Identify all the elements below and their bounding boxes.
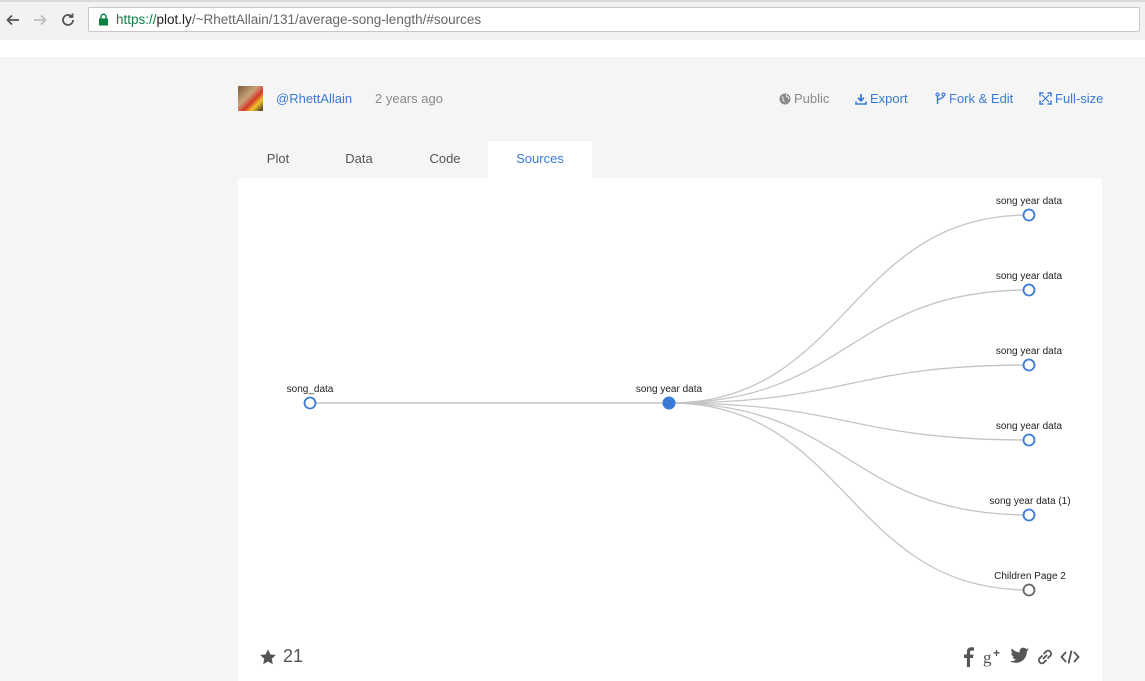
download-icon bbox=[855, 93, 867, 105]
timestamp: 2 years ago bbox=[375, 91, 443, 106]
address-bar[interactable]: https://plot.ly/~RhettAllain/131/average… bbox=[88, 7, 1140, 32]
tab-sources[interactable]: Sources bbox=[488, 141, 592, 178]
twitter-share-button[interactable] bbox=[1010, 647, 1030, 670]
svg-text:+: + bbox=[993, 647, 1000, 660]
full-size-label: Full-size bbox=[1055, 91, 1104, 106]
url-scheme: https:// bbox=[116, 12, 157, 27]
reload-button[interactable] bbox=[57, 9, 79, 31]
fork-edit-label: Fork & Edit bbox=[949, 91, 1014, 106]
node-circle[interactable] bbox=[1022, 583, 1036, 597]
node-circle[interactable] bbox=[1022, 358, 1036, 372]
node-label: song year data (1) bbox=[989, 496, 1070, 507]
url-path: /~RhettAllain/131/average-song-length/#s… bbox=[191, 12, 482, 27]
full-size-button[interactable]: Full-size bbox=[1039, 91, 1103, 106]
reload-icon bbox=[62, 13, 74, 26]
back-button[interactable] bbox=[2, 9, 24, 31]
tab-plot[interactable]: Plot bbox=[238, 141, 318, 178]
public-label: Public bbox=[794, 91, 830, 106]
avatar[interactable] bbox=[238, 86, 263, 111]
tree-link bbox=[668, 402, 1030, 591]
tree-node-child[interactable]: song year data bbox=[996, 196, 1063, 222]
embed-icon bbox=[1060, 650, 1080, 664]
expand-icon bbox=[1039, 92, 1052, 105]
fork-edit-button[interactable]: Fork & Edit bbox=[935, 91, 1013, 106]
google-plus-icon: g + bbox=[983, 646, 1000, 667]
sources-panel: song_data song year data song year data … bbox=[238, 178, 1102, 681]
tree-node-middle[interactable]: song year data bbox=[636, 384, 703, 410]
star-count: 21 bbox=[283, 646, 304, 666]
facebook-icon bbox=[964, 647, 974, 667]
twitter-icon bbox=[1010, 647, 1030, 663]
fork-icon bbox=[935, 92, 946, 104]
embed-button[interactable] bbox=[1060, 647, 1080, 672]
sources-tree: song_data song year data song year data … bbox=[287, 196, 1071, 597]
link-icon bbox=[1038, 649, 1052, 665]
star-button[interactable]: 21 bbox=[259, 646, 303, 667]
user-link[interactable]: @RhettAllain bbox=[276, 91, 352, 106]
node-label: song_data bbox=[287, 384, 334, 395]
export-button[interactable]: Export bbox=[855, 91, 908, 106]
url-text: https://plot.ly/~RhettAllain/131/average… bbox=[116, 12, 481, 27]
lock-icon bbox=[99, 13, 108, 26]
tree-node-child[interactable]: song year data bbox=[996, 346, 1063, 372]
view-tabs: Plot Data Code Sources bbox=[238, 141, 638, 178]
node-label: song year data bbox=[636, 384, 703, 395]
node-label: song year data bbox=[996, 421, 1063, 432]
tree-link bbox=[668, 402, 1030, 441]
browser-toolbar: https://plot.ly/~RhettAllain/131/average… bbox=[0, 0, 1145, 41]
tree-node-root[interactable]: song_data bbox=[287, 384, 334, 410]
forward-arrow-icon bbox=[34, 14, 47, 26]
node-label: song year data bbox=[996, 271, 1063, 282]
url-host: plot.ly bbox=[156, 12, 192, 27]
export-label: Export bbox=[870, 91, 908, 106]
back-arrow-icon bbox=[6, 14, 19, 26]
node-circle[interactable] bbox=[662, 396, 676, 410]
node-circle[interactable] bbox=[1022, 508, 1036, 522]
node-label: song year data bbox=[996, 346, 1063, 357]
node-circle[interactable] bbox=[1022, 433, 1036, 447]
globe-icon bbox=[779, 93, 791, 104]
google-plus-share-button[interactable]: g + bbox=[983, 646, 1005, 672]
forward-button[interactable] bbox=[29, 9, 51, 31]
svg-text:g: g bbox=[983, 648, 992, 667]
facebook-share-button[interactable] bbox=[962, 647, 974, 672]
tab-code[interactable]: Code bbox=[400, 141, 490, 178]
copy-link-button[interactable] bbox=[1035, 647, 1055, 672]
tree-node-child-page[interactable]: Children Page 2 bbox=[994, 571, 1066, 597]
node-label: song year data bbox=[996, 196, 1063, 207]
node-label: Children Page 2 bbox=[994, 571, 1066, 582]
star-icon bbox=[260, 648, 276, 664]
tree-link bbox=[668, 289, 1030, 404]
tree-node-child[interactable]: song year data bbox=[996, 421, 1063, 447]
public-status: Public bbox=[779, 91, 829, 106]
node-circle[interactable] bbox=[1022, 283, 1036, 297]
tree-link bbox=[668, 214, 1030, 404]
node-circle[interactable] bbox=[1022, 208, 1036, 222]
node-circle[interactable] bbox=[303, 396, 317, 410]
tab-strip bbox=[0, 0, 1145, 2]
tree-node-child[interactable]: song year data (1) bbox=[989, 496, 1071, 522]
tree-node-child[interactable]: song year data bbox=[996, 271, 1063, 297]
tab-data[interactable]: Data bbox=[318, 141, 400, 178]
tree-link bbox=[668, 364, 1030, 404]
page-top-band bbox=[0, 40, 1145, 57]
